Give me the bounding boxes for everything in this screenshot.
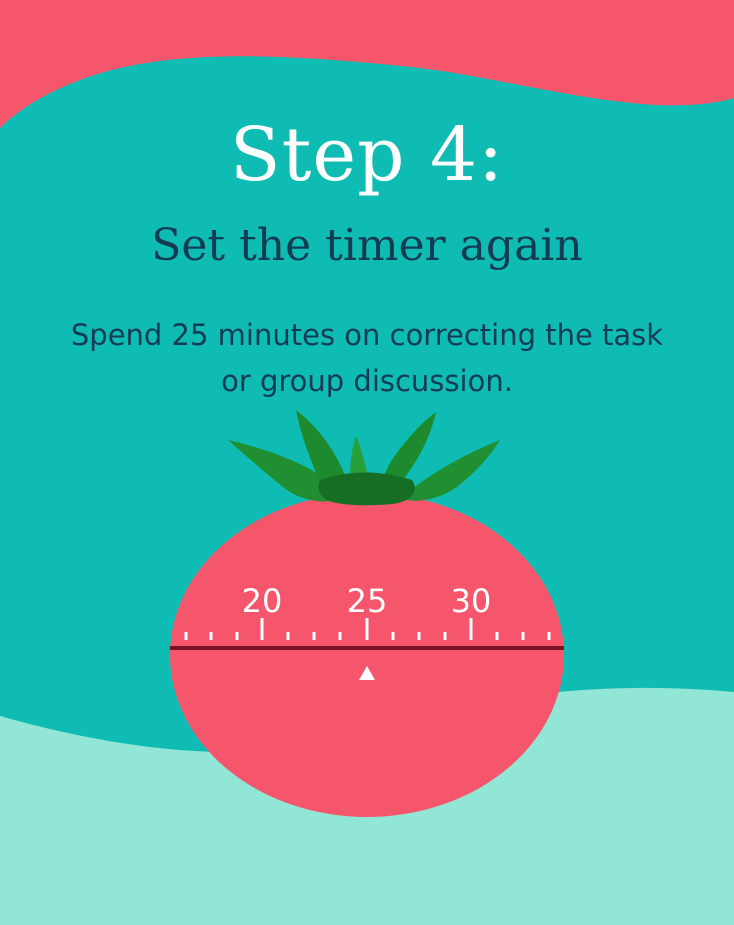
tomato-timer: 20 25 30 xyxy=(170,410,564,817)
timer-dial-labels: 20 25 30 xyxy=(242,582,492,620)
tomato-leaves-icon xyxy=(228,410,500,506)
step-card: Step 4: Set the timer again Spend 25 min… xyxy=(0,0,734,925)
dial-label-25: 25 xyxy=(347,582,388,620)
dial-label-30: 30 xyxy=(451,582,492,620)
tomato-body xyxy=(170,493,564,817)
dial-label-20: 20 xyxy=(242,582,283,620)
